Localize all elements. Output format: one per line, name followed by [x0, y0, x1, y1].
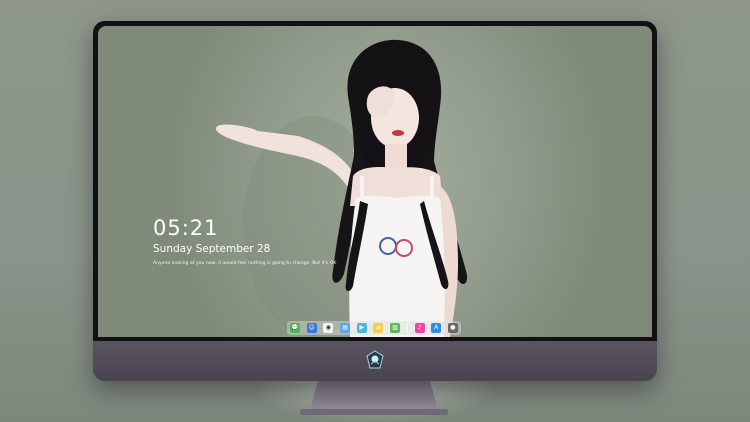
- chrome-icon[interactable]: ◉: [323, 323, 334, 333]
- lock-date: Sunday September 28: [153, 243, 271, 255]
- appstore-icon[interactable]: A: [431, 323, 442, 333]
- preview-icon[interactable]: ▤: [340, 323, 351, 333]
- dock: 💬 ☺ ◉ ▤ ▶ ≡ ▧ ♪ A ●: [287, 321, 461, 335]
- brand-logo-icon: [366, 350, 384, 369]
- photos-icon[interactable]: ▧: [390, 323, 401, 333]
- camera-icon[interactable]: ●: [447, 323, 458, 333]
- monitor-stand: [300, 381, 448, 415]
- monitor-bezel: 05:21 Sunday September 28 Anyone looking…: [93, 21, 657, 341]
- clapper-icon[interactable]: ▶: [356, 323, 367, 333]
- messages-icon[interactable]: 💬: [290, 323, 300, 333]
- monitor: 05:21 Sunday September 28 Anyone looking…: [93, 21, 657, 381]
- finder-icon[interactable]: ☺: [306, 323, 317, 333]
- notes-icon[interactable]: ≡: [373, 323, 384, 333]
- lock-screen[interactable]: 05:21 Sunday September 28 Anyone looking…: [98, 26, 652, 337]
- monitor-chin: [93, 341, 657, 381]
- music-icon[interactable]: ♪: [414, 323, 425, 333]
- dock-separator: [406, 323, 408, 333]
- lock-clock: 05:21: [153, 216, 219, 240]
- lock-tagline: Anyone looking at you now, it would feel…: [153, 261, 337, 266]
- wallpaper-portrait: [215, 39, 468, 337]
